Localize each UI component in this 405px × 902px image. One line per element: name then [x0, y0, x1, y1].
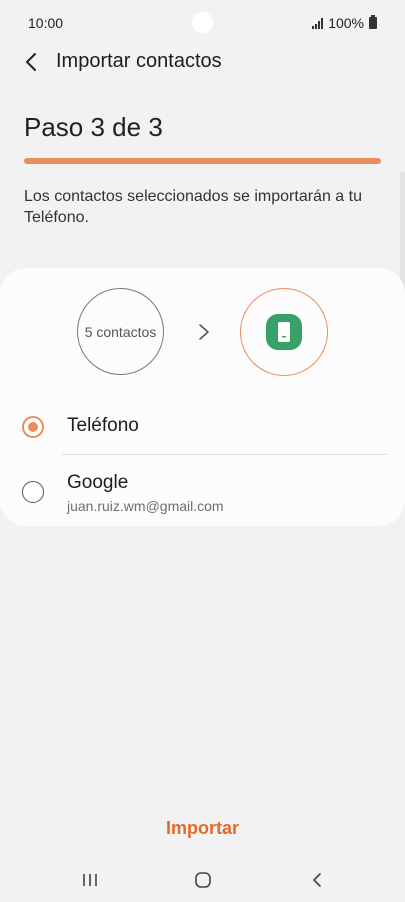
source-circle: 5 contactos — [77, 288, 164, 375]
progress-bar — [24, 158, 381, 164]
target-circle — [240, 288, 328, 376]
description-text: Los contactos seleccionados se importará… — [24, 188, 362, 226]
import-button[interactable]: Importar — [140, 812, 265, 844]
recents-icon — [83, 874, 97, 886]
battery-icon — [369, 15, 377, 29]
radio-telefono[interactable] — [22, 416, 44, 438]
system-nav-bar — [0, 858, 405, 902]
divider — [62, 454, 387, 455]
status-indicators: 100% — [312, 15, 377, 31]
chevron-right-icon — [199, 324, 209, 340]
page-title: Importar contactos — [56, 50, 222, 72]
home-button[interactable] — [183, 866, 223, 894]
nav-back-button[interactable] — [297, 866, 337, 894]
contacts-count-label: 5 contactos — [84, 323, 157, 340]
home-icon — [195, 872, 211, 888]
back-icon — [313, 873, 321, 887]
radio-google[interactable] — [22, 481, 44, 503]
battery-percent: 100% — [328, 15, 364, 31]
import-target-card: 5 contactos Teléfono Google juan.ruiz.wm… — [0, 268, 405, 526]
recents-button[interactable] — [70, 866, 110, 894]
step-title: Paso 3 de 3 — [24, 112, 163, 142]
option-google-label: Google — [67, 472, 129, 493]
status-bar: 10:00 100% — [0, 0, 405, 44]
option-google-account: juan.ruiz.wm@gmail.com — [67, 498, 224, 514]
option-google[interactable]: Google juan.ruiz.wm@gmail.com — [0, 470, 405, 520]
signal-icon — [312, 17, 324, 29]
app-header: Importar contactos — [0, 44, 405, 80]
camera-cutout — [192, 12, 213, 33]
chevron-left-icon — [26, 53, 36, 71]
option-telefono-label: Teléfono — [67, 415, 139, 436]
progress-fill — [24, 158, 381, 164]
status-time: 10:00 — [28, 15, 64, 31]
back-button[interactable] — [18, 48, 46, 76]
phone-icon — [266, 314, 302, 350]
